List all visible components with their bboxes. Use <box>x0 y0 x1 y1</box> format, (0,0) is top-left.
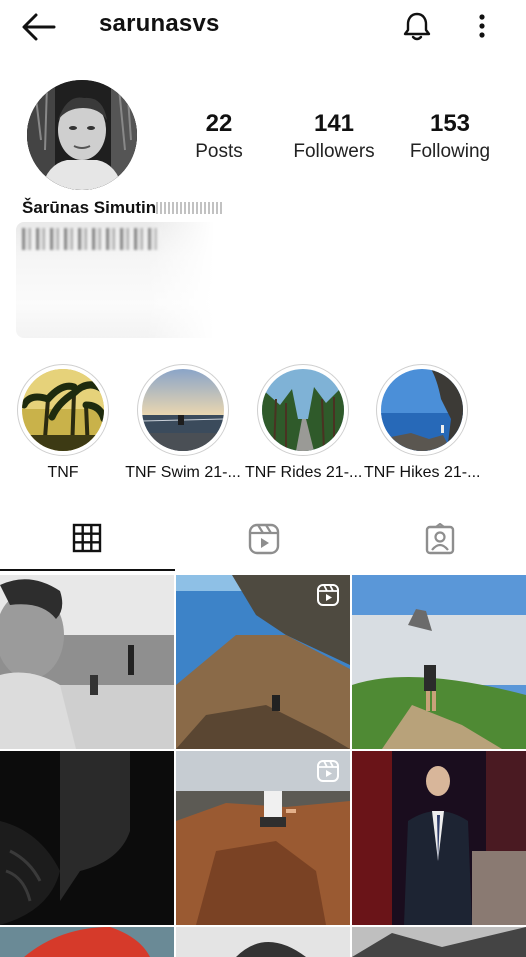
reels-icon <box>248 523 280 555</box>
highlight-tnf-rides[interactable]: TNF Rides 21-... <box>245 364 363 482</box>
highlight-tnf-swim[interactable]: TNF Swim 21-... <box>125 364 241 482</box>
grid-post[interactable] <box>352 751 526 925</box>
bio-blur-streaks <box>22 228 162 250</box>
highlight-cover <box>142 369 224 451</box>
highlight-cover <box>262 369 344 451</box>
reel-icon <box>317 760 339 782</box>
highlight-label: TNF Swim 21-... <box>125 464 241 481</box>
posts-count: 22 <box>205 110 233 137</box>
grid-icon <box>72 523 102 553</box>
reel-icon <box>317 584 339 606</box>
profile-tabs <box>0 512 526 572</box>
highlight-label: TNF Rides 21-... <box>245 464 363 481</box>
highlight-ring <box>376 364 468 456</box>
highlight-ring <box>137 364 229 456</box>
tab-tagged[interactable] <box>352 512 526 570</box>
highlight-cover <box>22 369 104 451</box>
tagged-person-icon <box>425 523 455 555</box>
grid-post[interactable] <box>352 927 526 957</box>
back-arrow-icon[interactable] <box>20 12 56 42</box>
grid-post[interactable] <box>176 751 350 925</box>
highlight-label: TNF Hikes 21-... <box>364 464 481 481</box>
following-label: Following <box>409 141 491 162</box>
posts-stat[interactable]: 22 Posts <box>184 110 254 164</box>
full-name-text: Šarūnas Simutin <box>22 198 157 217</box>
highlight-label: TNF <box>47 464 79 481</box>
tab-posts-grid[interactable] <box>0 512 175 571</box>
tab-reels[interactable] <box>176 512 351 570</box>
followers-label: Followers <box>293 141 375 162</box>
grid-post[interactable] <box>176 575 350 749</box>
highlight-ring <box>257 364 349 456</box>
redacted-surname <box>156 202 223 214</box>
following-stat[interactable]: 153 Following <box>404 110 496 164</box>
followers-count: 141 <box>313 110 355 137</box>
top-bar: sarunasvs <box>0 0 526 54</box>
grid-post[interactable] <box>0 575 174 749</box>
followers-stat[interactable]: 141 Followers <box>284 110 384 164</box>
bio-whiteout <box>146 222 526 338</box>
grid-post[interactable] <box>176 927 350 957</box>
posts-label: Posts <box>195 141 243 162</box>
grid-post[interactable] <box>352 575 526 749</box>
profile-avatar[interactable] <box>27 80 137 190</box>
more-options-icon[interactable] <box>470 10 494 42</box>
bell-icon[interactable] <box>400 9 434 43</box>
highlight-tnf-hikes[interactable]: TNF Hikes 21-... <box>364 364 480 482</box>
redacted-bio <box>16 222 526 338</box>
following-count: 153 <box>429 110 471 137</box>
profile-username: sarunasvs <box>99 10 220 37</box>
highlight-ring <box>17 364 109 456</box>
highlight-tnf[interactable]: TNF <box>5 364 121 482</box>
profile-full-name: Šarūnas Simutin <box>22 198 223 218</box>
grid-post[interactable] <box>0 927 174 957</box>
grid-post[interactable] <box>0 751 174 925</box>
highlight-cover <box>381 369 463 451</box>
